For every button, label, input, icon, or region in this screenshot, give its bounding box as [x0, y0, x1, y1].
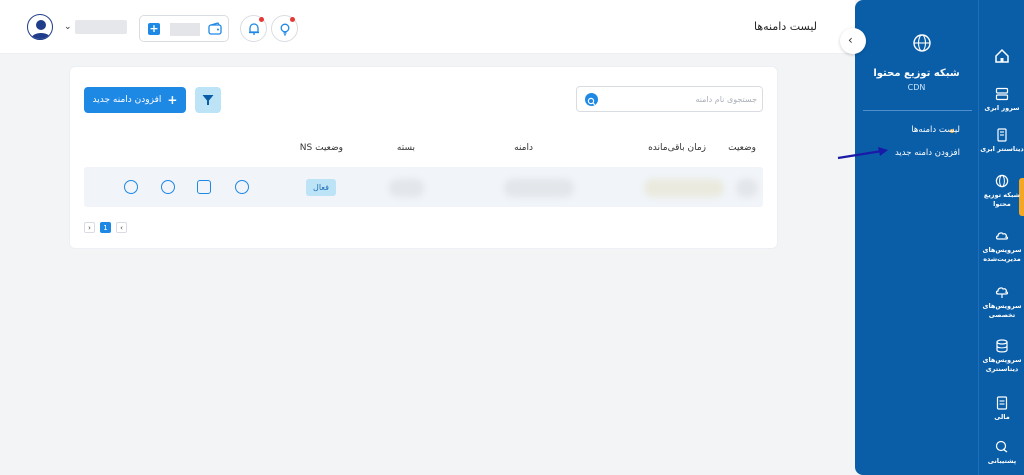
column-header-ns-status[interactable]: وضعیت NS — [300, 143, 343, 153]
chevron-down-icon[interactable]: ⌄ — [64, 22, 72, 32]
sidebar-item-label: سرویس‌های تخصصی — [982, 302, 1022, 319]
sidebar-item-cdn[interactable]: شبکه توزیع محتوا — [979, 174, 1024, 209]
sub-sidebar-item-domain-list[interactable]: لیست دامنه‌ها — [911, 125, 960, 135]
more-options-icon[interactable] — [124, 180, 138, 194]
next-page-button[interactable]: › — [84, 222, 95, 233]
sub-sidebar-title: شبکه توزیع محتوا — [873, 68, 960, 79]
sub-sidebar: شبکه توزیع محتوا CDN لیست دامنه‌ها افزود… — [855, 0, 978, 475]
sidebar-item-label: سرویس‌های مدیریت‌شده — [982, 246, 1022, 263]
bell-icon — [249, 23, 259, 35]
server-icon — [995, 87, 1009, 101]
domain-list-card: + افزودن دامنه جدید وضعیت زمان باقی‌ماند… — [69, 66, 778, 249]
sidebar-item-managed-services[interactable]: سرویس‌های مدیریت‌شده — [979, 229, 1024, 264]
page-title: لیست دامنه‌ها — [754, 20, 817, 33]
column-header-remaining-time[interactable]: زمان باقی‌مانده — [648, 143, 706, 153]
prev-page-button[interactable]: ‹ — [116, 222, 127, 233]
ns-status-badge: فعال — [306, 179, 336, 196]
user-name-redacted — [75, 20, 127, 34]
domain-redacted — [504, 179, 574, 197]
notifications-button[interactable] — [240, 15, 267, 42]
remaining-time-redacted — [644, 179, 724, 197]
sidebar-item-label: دیتاسنتر ابری — [980, 145, 1024, 153]
support-icon — [995, 440, 1008, 453]
user-icon — [31, 20, 51, 39]
sidebar-item-home[interactable] — [979, 48, 1024, 67]
column-header-status[interactable]: وضعیت — [728, 143, 756, 153]
globe-icon — [913, 34, 931, 52]
column-header-package[interactable]: بسته — [397, 143, 415, 153]
database-icon — [996, 339, 1008, 353]
sub-sidebar-subtitle: CDN — [907, 83, 926, 92]
pagination: › 1 ‹ — [84, 222, 127, 234]
tips-dot — [290, 17, 295, 22]
wallet-icon — [208, 22, 222, 35]
sidebar-item-specialized-services[interactable]: سرویس‌های تخصصی — [979, 285, 1024, 320]
refresh-icon[interactable] — [161, 180, 175, 194]
divider — [863, 110, 972, 111]
lightbulb-icon — [280, 23, 290, 36]
filter-icon — [202, 95, 214, 105]
add-domain-button[interactable]: + افزودن دامنه جدید — [84, 87, 186, 113]
page-number[interactable]: 1 — [100, 222, 111, 233]
collapse-sidebar-button[interactable]: ‹ — [840, 28, 866, 54]
wallet-widget[interactable]: + — [139, 15, 229, 42]
sub-sidebar-item-add-domain[interactable]: افزودن دامنه جدید — [895, 148, 960, 158]
wallet-balance-redacted — [170, 23, 200, 36]
home-icon — [995, 48, 1009, 63]
column-header-domain[interactable]: دامنه — [514, 143, 533, 153]
search-input[interactable] — [599, 90, 757, 108]
annotation-arrow-icon — [837, 147, 888, 160]
sidebar-item-label: سرور ابری — [984, 104, 1020, 112]
search-icon[interactable] — [585, 93, 598, 106]
cloud-gear-icon — [995, 232, 1009, 240]
filter-button[interactable] — [195, 87, 221, 113]
chevron-left-icon: ‹ — [848, 33, 853, 47]
status-redacted — [736, 179, 758, 197]
notification-dot — [259, 17, 264, 22]
sidebar-item-financial[interactable]: مالی — [979, 396, 1024, 422]
main-sidebar: سرور ابری دیتاسنتر ابری شبکه توزیع محتوا… — [978, 0, 1024, 475]
user-avatar[interactable] — [27, 14, 53, 40]
table-row[interactable]: فعال — [84, 167, 763, 207]
tips-button[interactable] — [271, 15, 298, 42]
datacenter-icon — [997, 128, 1007, 142]
sidebar-item-label: پشتیبانی — [987, 457, 1017, 465]
sidebar-item-label: مالی — [994, 413, 1010, 421]
sidebar-item-cloud-datacenter[interactable]: دیتاسنتر ابری — [979, 128, 1024, 154]
stats-icon[interactable] — [197, 180, 211, 194]
globe-icon — [995, 174, 1009, 188]
invoice-icon — [996, 396, 1008, 410]
add-domain-label: افزودن دامنه جدید — [92, 95, 162, 105]
sidebar-item-support[interactable]: پشتیبانی — [979, 440, 1024, 466]
add-credit-icon[interactable]: + — [148, 23, 160, 35]
package-redacted — [389, 179, 424, 197]
search-box[interactable] — [576, 86, 763, 112]
sidebar-item-label: شبکه توزیع محتوا — [983, 191, 1021, 208]
top-header: ⌄ + لیست دامنه‌ها — [0, 0, 855, 54]
cloud-service-icon — [995, 287, 1009, 298]
info-icon[interactable] — [235, 180, 249, 194]
plus-icon: + — [167, 93, 178, 107]
sidebar-item-datacenter-services[interactable]: سرویس‌های دیتاسنتری — [979, 339, 1024, 374]
sidebar-item-label: سرویس‌های دیتاسنتری — [982, 356, 1022, 373]
sidebar-item-cloud-server[interactable]: سرور ابری — [979, 87, 1024, 113]
